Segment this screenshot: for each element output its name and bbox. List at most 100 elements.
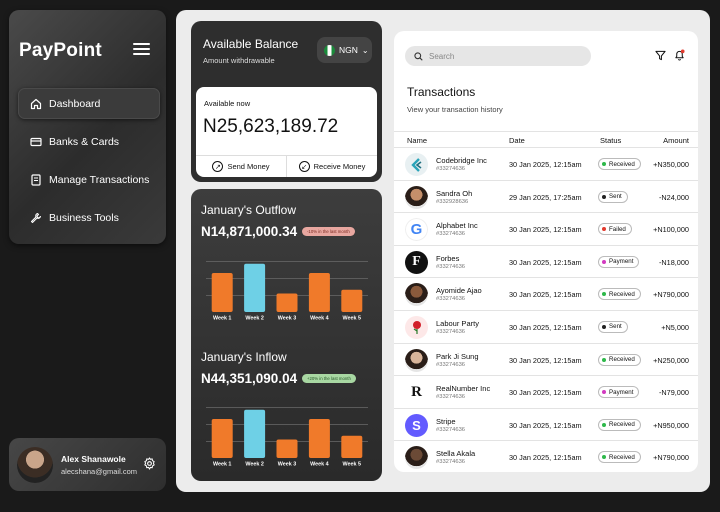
- table-row[interactable]: F Forbes #33274636 30 Jan 2025, 12:15am Paym…: [394, 246, 698, 279]
- row-date: 30 Jan 2025, 12:15am: [509, 388, 582, 398]
- column-amount[interactable]: Amount: [663, 136, 689, 145]
- sidebar-item-label: Dashboard: [49, 97, 101, 110]
- transactions-table: Codebridge Inc #33274636 30 Jan 2025, 12:1…: [394, 148, 698, 472]
- balance-amount: N25,623,189.72: [203, 116, 339, 137]
- card-icon: [30, 137, 42, 146]
- column-date[interactable]: Date: [509, 136, 525, 145]
- realnumber-logo: R: [405, 381, 428, 405]
- receive-money-button[interactable]: ↙ Receive Money: [287, 156, 377, 177]
- row-amount: +N100,000: [653, 225, 689, 235]
- status-badge: Sent: [598, 320, 628, 333]
- status-dot: [602, 390, 606, 395]
- google-logo: G: [405, 218, 428, 242]
- row-amount: +N790,000: [653, 290, 689, 300]
- table-row[interactable]: S Stripe #33274636 30 Jan 2025, 12:15am Rece…: [394, 409, 698, 442]
- bar-4[interactable]: [308, 273, 330, 312]
- sidebar-item-label: Business Tools: [49, 211, 119, 224]
- currency-select[interactable]: NGN ⌄: [317, 37, 372, 63]
- balance-title: Available Balance: [203, 37, 299, 51]
- table-row[interactable]: R RealNumber Inc #33274636 30 Jan 2025, 12:…: [394, 376, 698, 409]
- status-dot: [602, 324, 606, 329]
- sidebar-item-business-tools[interactable]: Business Tools: [18, 202, 160, 233]
- outflow-amount: N14,871,000.34: [201, 224, 298, 239]
- table-row[interactable]: Sandra Oh #332928636 29 Jan 2025, 17:25am S…: [394, 181, 698, 214]
- transactions-subtitle: View your transaction history: [407, 105, 503, 114]
- send-money-button[interactable]: ↗ Send Money: [196, 156, 287, 177]
- search-input[interactable]: [429, 51, 579, 61]
- search-icon: [414, 51, 423, 61]
- row-amount: +N350,000: [653, 160, 689, 169]
- bar-4[interactable]: [308, 419, 330, 458]
- bar-5[interactable]: [341, 289, 363, 312]
- sidebar-item-banks-cards[interactable]: Banks & Cards: [18, 126, 160, 157]
- home-icon: [30, 98, 42, 109]
- column-name[interactable]: Name: [407, 136, 427, 145]
- tick-label: Week 2: [245, 316, 263, 322]
- status-badge: Payment: [598, 386, 640, 399]
- table-row[interactable]: Ayomide Ajao #33274636 30 Jan 2025, 12:15a…: [394, 278, 698, 311]
- row-date: 30 Jan 2025, 12:15am: [509, 225, 582, 235]
- row-name: Park Ji Sung: [436, 351, 479, 361]
- bar-3[interactable]: [276, 293, 298, 312]
- bar-2[interactable]: [244, 263, 266, 312]
- profile-card[interactable]: Alex Shanawole alecshana@gmail.com: [9, 438, 166, 491]
- profile-email: alecshana@gmail.com: [61, 466, 137, 476]
- table-row[interactable]: Park Ji Sung #33274636 30 Jan 2025, 12:15a…: [394, 344, 698, 377]
- status-label: Received: [609, 421, 635, 429]
- tick-label: Week 3: [278, 462, 296, 468]
- status-dot: [602, 292, 606, 297]
- sidebar-item-manage-transactions[interactable]: Manage Transactions: [18, 164, 160, 195]
- menu-icon[interactable]: [133, 43, 150, 55]
- rose-logo: [405, 315, 428, 339]
- status-badge: Received: [598, 158, 641, 170]
- tick-label: Week 3: [278, 316, 296, 322]
- avatar: [405, 446, 428, 470]
- status-label: Failed: [609, 225, 626, 233]
- sidebar-item-dashboard[interactable]: Dashboard: [18, 88, 160, 119]
- sidebar-item-label: Banks & Cards: [49, 135, 120, 148]
- profile-name: Alex Shanawole: [61, 453, 126, 464]
- status-dot: [602, 259, 606, 264]
- table-row[interactable]: Labour Party #33274636 30 Jan 2025, 12:15a…: [394, 311, 698, 344]
- row-date: 30 Jan 2025, 12:15am: [509, 420, 582, 430]
- row-name: Labour Party: [436, 318, 479, 328]
- row-name: Stripe: [436, 416, 456, 426]
- bar-3[interactable]: [276, 439, 298, 458]
- bar-1[interactable]: [211, 273, 233, 312]
- row-id: #33274636: [436, 394, 466, 401]
- bar-5[interactable]: [341, 435, 363, 458]
- table-row[interactable]: Codebridge Inc #33274636 30 Jan 2025, 12:1…: [394, 148, 698, 181]
- balance-subtitle: Amount withdrawable: [203, 56, 275, 65]
- row-id: #33274636: [436, 296, 466, 303]
- row-id: #33274636: [436, 426, 466, 433]
- column-status[interactable]: Status: [600, 136, 621, 145]
- row-id: #33274636: [436, 459, 466, 466]
- row-name: Codebridge Inc: [436, 156, 487, 165]
- row-amount: -N18,000: [658, 257, 689, 267]
- arrow-up-right-icon: ↗: [212, 161, 224, 172]
- row-name: Sandra Oh: [436, 188, 473, 198]
- bell-icon[interactable]: [674, 49, 685, 61]
- filter-icon[interactable]: [655, 50, 666, 61]
- avatar: [405, 283, 428, 307]
- status-dot: [602, 357, 606, 362]
- gear-icon[interactable]: [143, 457, 156, 470]
- row-id: #332928636: [436, 198, 469, 205]
- avatar: [405, 348, 428, 372]
- search-bar[interactable]: [405, 46, 591, 66]
- status-dot: [602, 422, 606, 427]
- currency-label: NGN: [339, 45, 358, 55]
- brand-logo: PayPoint: [19, 40, 102, 61]
- bar-2[interactable]: [244, 409, 266, 458]
- row-name: Stella Akala: [436, 449, 476, 459]
- table-row[interactable]: G Alphabet Inc #33274636 30 Jan 2025, 12:15…: [394, 213, 698, 246]
- bar-1[interactable]: [211, 419, 233, 458]
- table-row[interactable]: Stella Akala #33274636 30 Jan 2025, 12:15a…: [394, 441, 698, 472]
- row-amount: +N950,000: [653, 420, 689, 430]
- row-amount: +N5,000: [661, 322, 689, 332]
- transactions-title: Transactions: [407, 85, 476, 99]
- row-amount: -N79,000: [658, 388, 689, 398]
- row-date: 30 Jan 2025, 12:15am: [509, 453, 582, 463]
- outflow-title: January's Outflow: [201, 203, 296, 217]
- inflow-badge: +20% in the last month: [302, 374, 356, 383]
